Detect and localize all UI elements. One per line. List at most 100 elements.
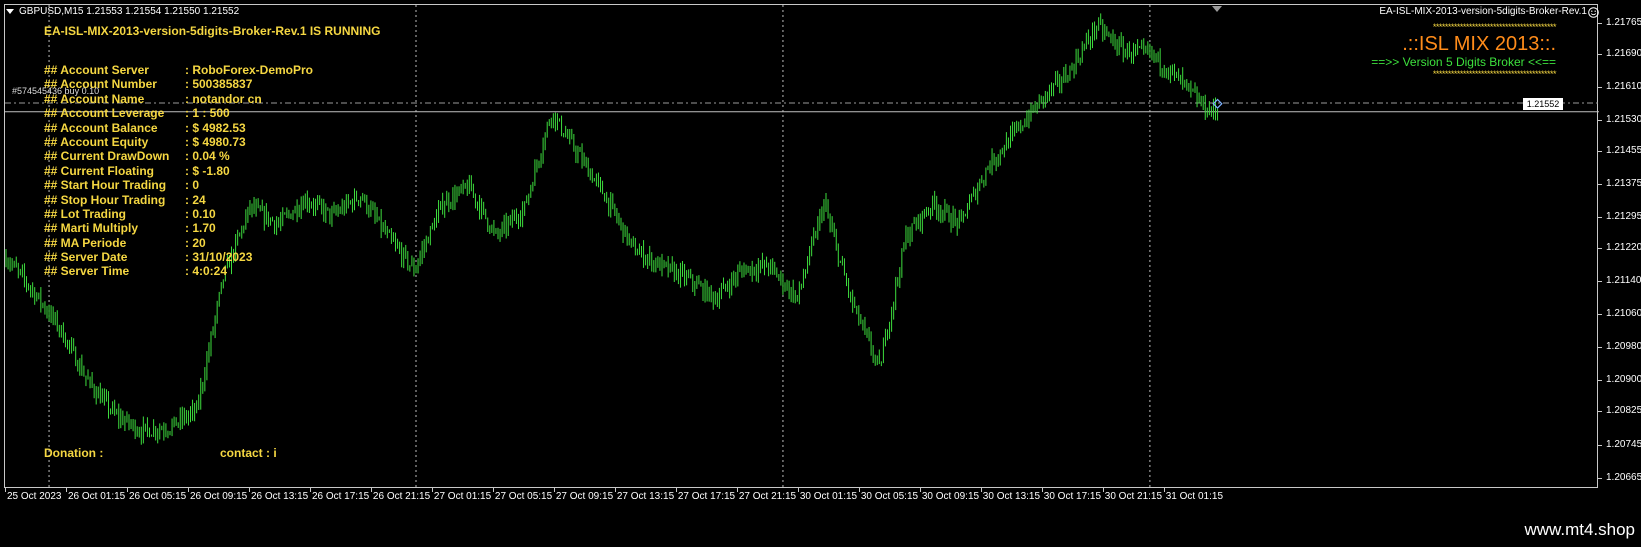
ea-running-status: EA-ISL-MIX-2013-version-5digits-Broker-R… [44, 24, 381, 38]
account-info-label: ## MA Periode [44, 235, 127, 250]
time-tick-label: 30 Oct 09:15 [921, 491, 980, 502]
price-tick-label: 1.20745 [1606, 438, 1641, 450]
price-tick-label: 1.20900 [1606, 374, 1641, 386]
time-tick-mark [797, 488, 799, 492]
watermark: www.mt4.shop [1524, 520, 1635, 539]
price-tick-label: 1.21060 [1606, 308, 1641, 320]
time-tick-label: 27 Oct 13:15 [616, 491, 675, 502]
time-tick-mark [126, 488, 128, 492]
account-info-value: : notandor cn [185, 91, 262, 106]
account-info-value: : 500385837 [185, 77, 253, 92]
smile-icon[interactable] [1588, 7, 1599, 18]
account-info-value: : 0.10 [185, 206, 216, 221]
footer-bar [0, 515, 1641, 547]
account-info-value: : 20 [185, 235, 206, 250]
time-tick-label: 26 Oct 01:15 [67, 491, 126, 502]
time-tick-label: 25 Oct 2023 [7, 491, 62, 502]
account-info-label: ## Account Balance [44, 120, 158, 135]
price-tick-label: 1.21220 [1606, 242, 1641, 254]
time-tick-label: 31 Oct 01:15 [1165, 491, 1224, 502]
time-tick-label: 26 Oct 09:15 [189, 491, 248, 502]
price-tick-mark [1598, 314, 1602, 316]
time-tick-mark [431, 488, 433, 492]
account-info-label: ## Current DrawDown [44, 149, 170, 164]
account-info-label: ## Stop Hour Trading [44, 192, 166, 207]
price-tick-label: 1.20980 [1606, 341, 1641, 353]
price-tick-label: 1.21295 [1606, 211, 1641, 223]
price-tick-label: 1.21610 [1606, 80, 1641, 92]
account-info-value: : 1.70 [185, 221, 216, 236]
order-label: #574545436 buy 0.10 [12, 86, 100, 96]
time-tick-label: 27 Oct 09:15 [555, 491, 614, 502]
price-tick-mark [1598, 281, 1602, 283]
account-info-label: ## Account Equity [44, 134, 149, 149]
price-tick-mark [1598, 150, 1602, 152]
account-info-value: : $ -1.80 [185, 163, 230, 178]
time-tick-mark [248, 488, 250, 492]
time-tick-mark [492, 488, 494, 492]
price-tick-mark [1598, 217, 1602, 219]
time-tick-label: 30 Oct 21:15 [1104, 491, 1163, 502]
time-tick-mark [187, 488, 189, 492]
symbol-header: GBPUSD,M15 1.21553 1.21554 1.21550 1.215… [6, 6, 239, 17]
price-tick-label: 1.20665 [1606, 471, 1641, 483]
price-tick-mark [1598, 119, 1602, 121]
last-price-marker [1212, 98, 1223, 109]
account-info-label: ## Current Floating [44, 163, 155, 178]
time-tick-label: 26 Oct 21:15 [372, 491, 431, 502]
time-tick-label: 26 Oct 13:15 [250, 491, 309, 502]
price-axis[interactable]: 1.21765 1.21690 1.21610 1.21530 1.21455 1.213… [1598, 4, 1641, 488]
time-tick-mark [553, 488, 555, 492]
account-info-value: : RoboForex-DemoPro [185, 63, 314, 77]
time-tick-label: 26 Oct 17:15 [311, 491, 370, 502]
contact-label: contact : i [220, 446, 277, 460]
account-info-value: : 0.04 % [185, 149, 230, 164]
time-tick-label: 27 Oct 17:15 [677, 491, 736, 502]
chevron-down-icon[interactable] [6, 8, 14, 14]
account-info-value: : 4:0:24 [185, 264, 228, 279]
account-info-label: ## Lot Trading [44, 206, 127, 221]
account-info-label: ## Account Server [44, 63, 149, 77]
time-tick-label: 27 Oct 05:15 [494, 491, 553, 502]
time-tick-mark [5, 488, 6, 492]
time-tick-mark [858, 488, 860, 492]
time-tick-label: 27 Oct 01:15 [433, 491, 492, 502]
chart-window[interactable]: 1.21765 1.21690 1.21610 1.21530 1.21455 1.213… [0, 0, 1641, 515]
price-tick-mark [1598, 53, 1602, 55]
time-tick-label: 26 Oct 05:15 [128, 491, 187, 502]
brand-title: .::ISL MIX 2013::. [1402, 33, 1556, 55]
time-axis[interactable]: 25 Oct 2023 26 Oct 01:15 26 Oct 05:15 26 Oc… [4, 488, 1598, 508]
donation-label: Donation : [44, 446, 104, 460]
price-tick-mark [1598, 347, 1602, 349]
time-tick-mark [1163, 488, 1165, 492]
price-tick-label: 1.21530 [1606, 113, 1641, 125]
time-tick-mark [1041, 488, 1043, 492]
time-tick-label: 30 Oct 13:15 [982, 491, 1041, 502]
time-tick-mark [65, 488, 67, 492]
price-tick-mark [1598, 248, 1602, 250]
chart-shift-triangle-icon [1212, 6, 1222, 12]
time-tick-label: 27 Oct 21:15 [738, 491, 797, 502]
account-info-label: ## Marti Multiply [44, 221, 139, 236]
time-tick-mark [309, 488, 311, 492]
account-info-value: : 0 [185, 178, 200, 193]
price-tick-mark [1598, 380, 1602, 382]
account-info-value: : 1 : 500 [185, 106, 230, 121]
time-tick-mark [736, 488, 738, 492]
account-info-label: ## Start Hour Trading [44, 178, 167, 193]
time-tick-label: 30 Oct 17:15 [1043, 491, 1102, 502]
price-tick-mark [1598, 444, 1602, 446]
account-info-label: ## Server Date [44, 250, 128, 265]
price-tick-mark [1598, 411, 1602, 413]
account-info-value: : 24 [185, 192, 206, 207]
price-tick-label: 1.21375 [1606, 177, 1641, 189]
time-tick-mark [614, 488, 616, 492]
price-tick-label: 1.21140 [1606, 275, 1641, 287]
time-tick-mark [370, 488, 372, 492]
account-info-value: : $ 4982.53 [185, 120, 246, 135]
time-tick-mark [1102, 488, 1104, 492]
account-info-value: : $ 4980.73 [185, 134, 246, 149]
price-tick-label: 1.21455 [1606, 144, 1641, 156]
time-tick-label: 30 Oct 05:15 [860, 491, 919, 502]
price-tick-mark [1598, 86, 1602, 88]
